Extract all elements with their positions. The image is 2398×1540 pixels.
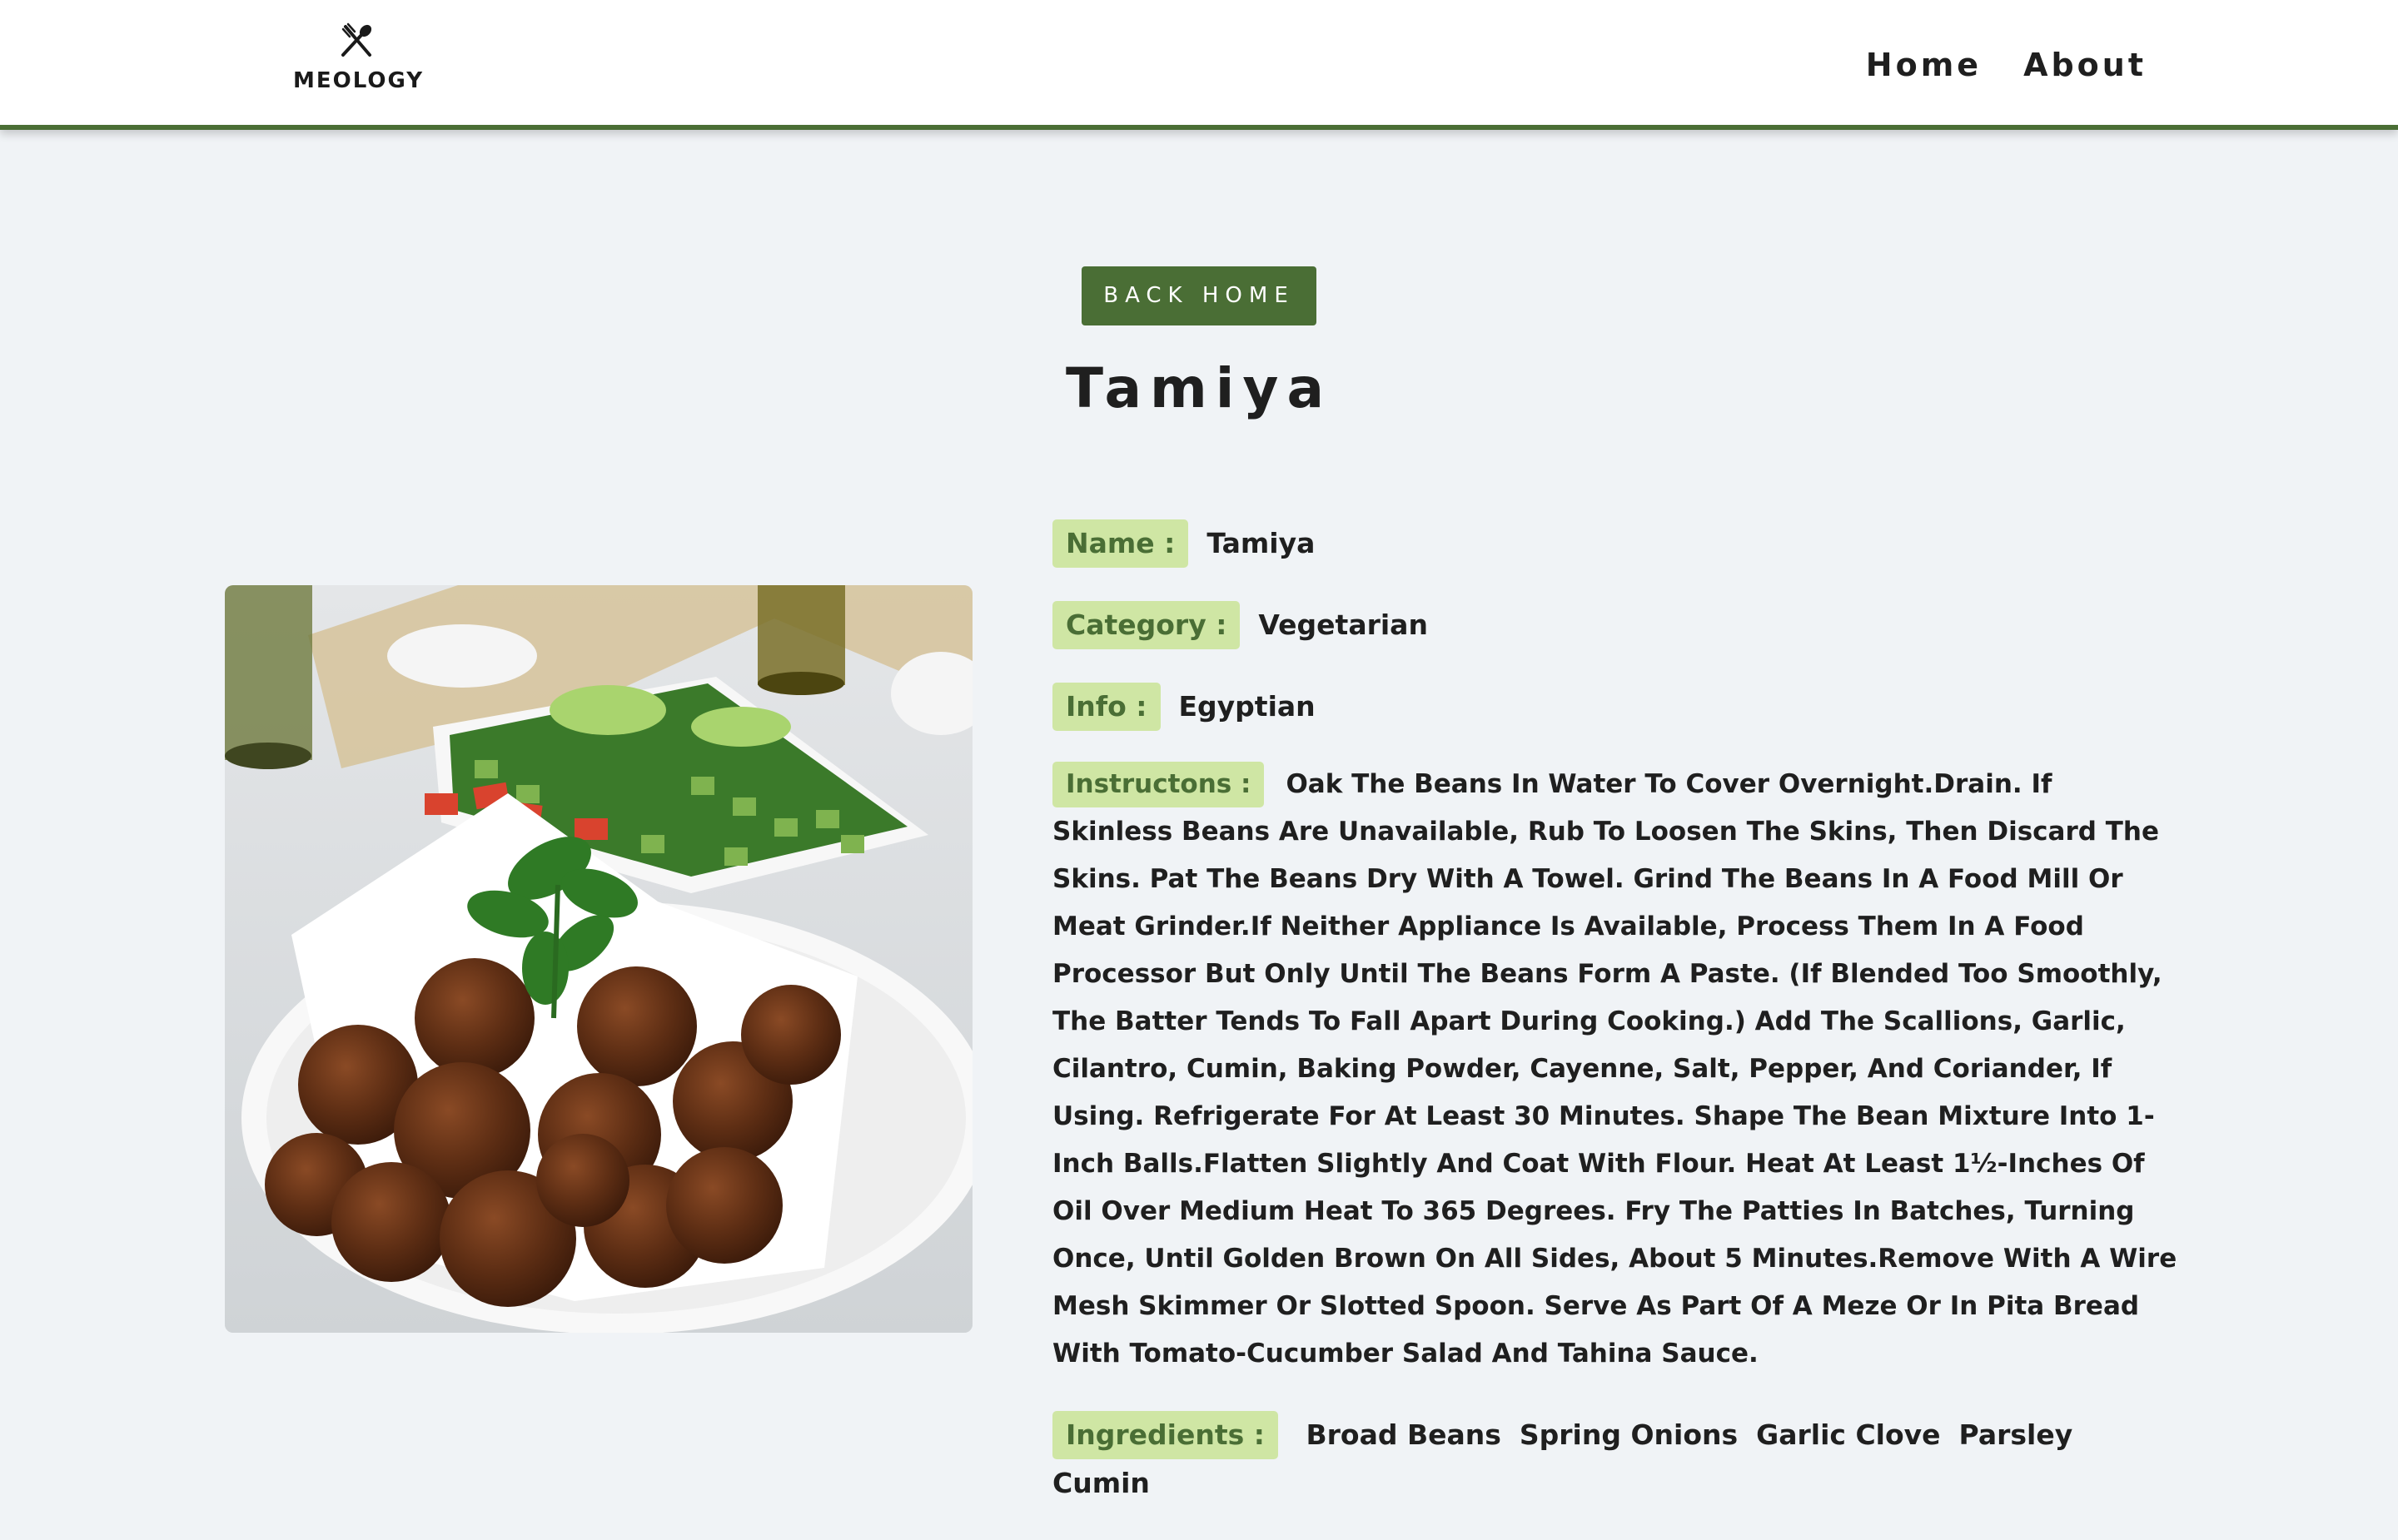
ingredients-label: Ingredients : [1052,1411,1278,1459]
meal-category: Vegetarian [1258,609,1428,641]
nav-about-link[interactable]: About [2023,47,2147,83]
info-row: Info : Egyptian [1052,683,2178,731]
ingredient-item: Broad Beans [1306,1418,1501,1451]
meal-info: Egyptian [1178,690,1316,723]
ingredients-row: Ingredients : Broad Beans Spring Onions Ga… [1052,1411,2178,1507]
meal-instructions: Oak The Beans In Water To Cover Overnigh… [1052,769,2177,1369]
nav-links: Home About [1866,47,2147,83]
ingredient-item: Cumin [1052,1467,1150,1499]
brand-logo[interactable]: MEOLOGY [293,22,425,100]
ingredient-item: Spring Onions [1519,1418,1739,1451]
instructions-label: Instructons : [1052,762,1265,807]
nav-home-link[interactable]: Home [1866,47,1982,83]
ingredient-item: Garlic Clove [1756,1418,1941,1451]
category-row: Category : Vegetarian [1052,601,2178,649]
name-label: Name : [1052,519,1189,568]
falafel-photo [225,585,973,1333]
name-row: Name : Tamiya [1052,519,2178,568]
meal-details: Name : Tamiya Category : Vegetarian Info :… [1052,519,2178,1540]
instructions-row: Instructons : Oak The Beans In Water To C… [1052,761,2178,1378]
meal-image [225,585,973,1333]
info-label: Info : [1052,683,1161,731]
back-home-button[interactable]: BACK HOME [1082,266,1316,325]
page-title: Tamiya [1065,356,1332,420]
brand-name: MEOLOGY [293,68,425,93]
fork-spoon-icon [341,22,372,57]
ingredient-item: Parsley [1958,1418,2073,1451]
meal-name: Tamiya [1206,527,1316,559]
category-label: Category : [1052,601,1241,649]
navbar: MEOLOGY Home About [0,0,2398,130]
